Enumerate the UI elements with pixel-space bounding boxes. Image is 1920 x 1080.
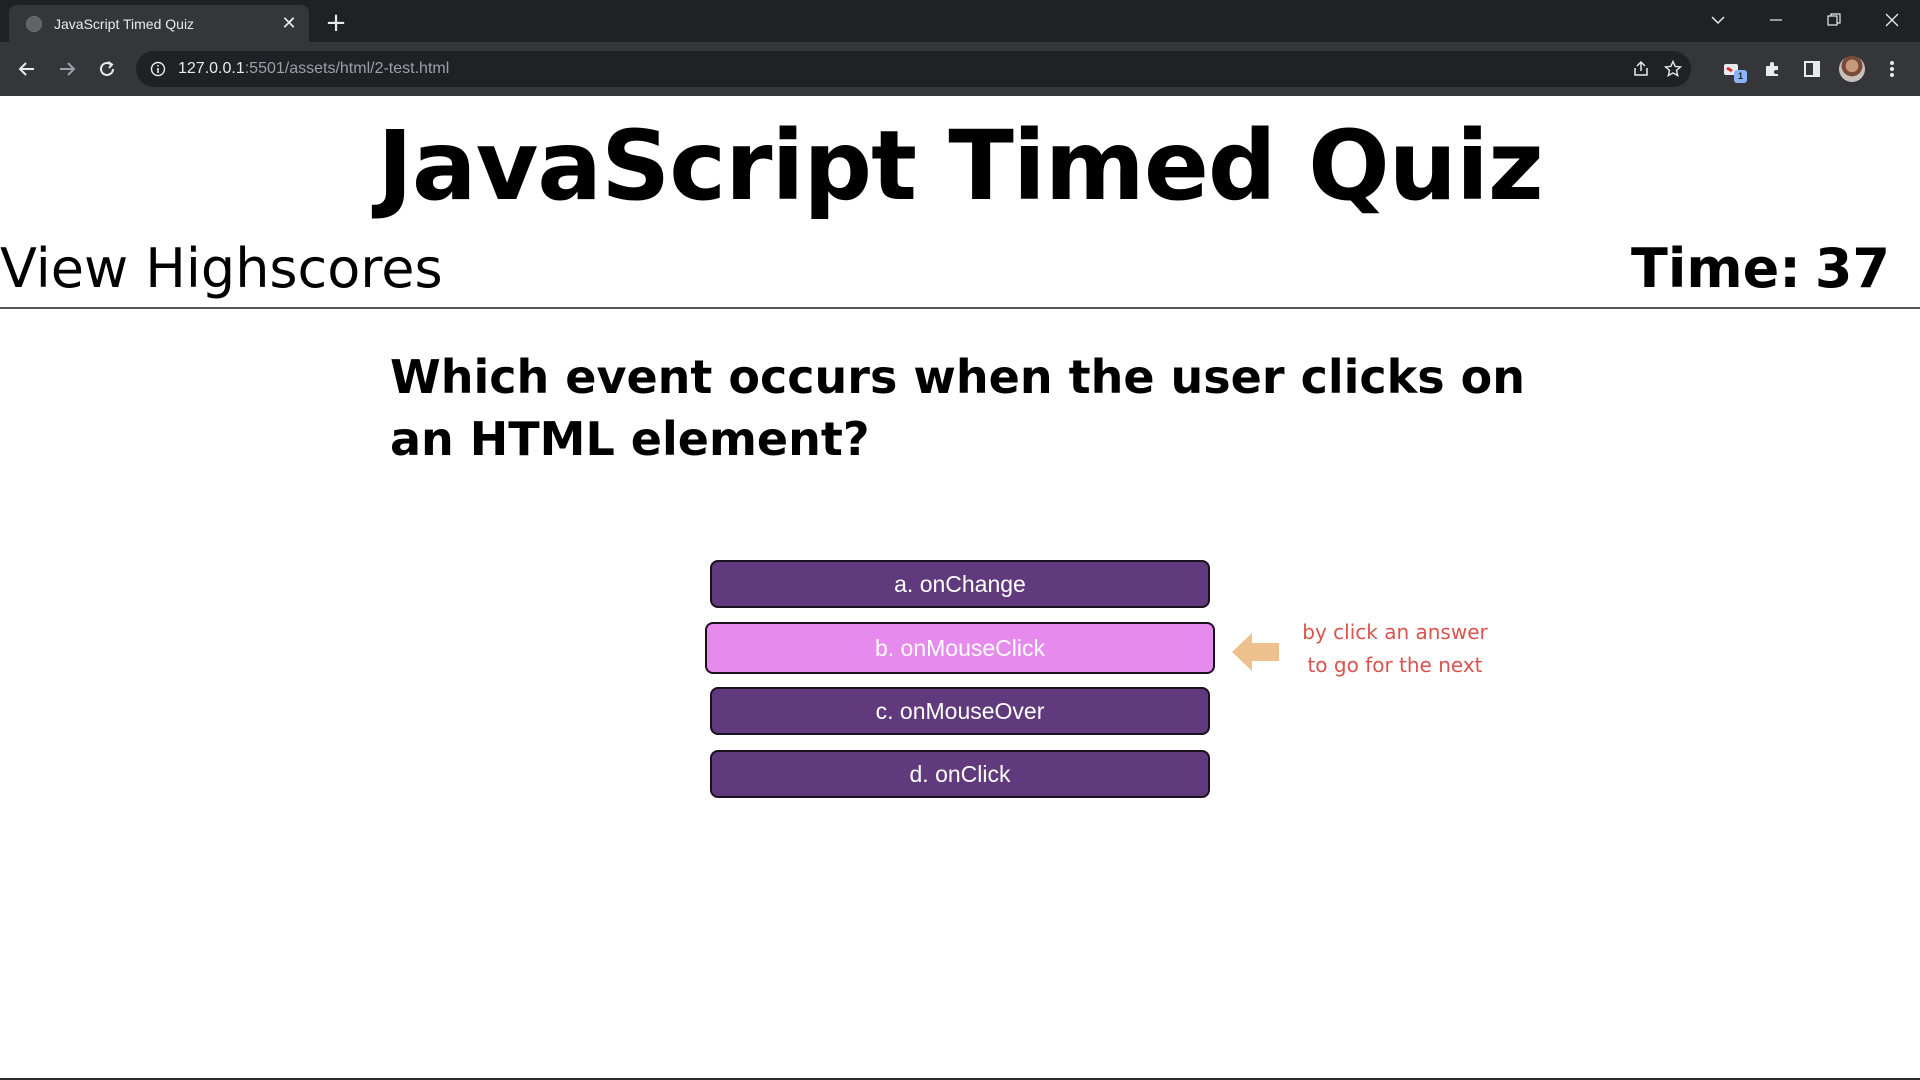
- timer-value: 37: [1814, 237, 1890, 300]
- share-icon[interactable]: [1626, 51, 1656, 87]
- hint-annotation: by click an answer to go for the next: [1300, 616, 1490, 682]
- hint-line-2: to go for the next: [1307, 653, 1483, 677]
- chevron-down-icon: [1711, 16, 1725, 25]
- timer: Time: 37: [1631, 234, 1890, 304]
- tab-search-button[interactable]: [1690, 0, 1746, 40]
- answer-button-d[interactable]: d. onClick: [710, 750, 1210, 798]
- reload-icon: [100, 61, 114, 76]
- timer-label: Time:: [1631, 237, 1801, 300]
- extension-button[interactable]: 1: [1718, 54, 1748, 84]
- minimize-icon: [1770, 19, 1782, 21]
- answer-button-c[interactable]: c. onMouseOver: [710, 687, 1210, 735]
- tab-title: JavaScript Timed Quiz: [54, 15, 195, 32]
- arrow-left-icon: [1232, 633, 1279, 671]
- new-tab-button[interactable]: +: [322, 9, 350, 37]
- info-icon[interactable]: [150, 61, 166, 77]
- browser-toolbar: 127.0.0.1:5501/assets/html/2-test.html 1: [0, 42, 1920, 96]
- hint-line-1: by click an answer: [1302, 620, 1488, 644]
- minimize-button[interactable]: [1748, 0, 1804, 40]
- forward-button[interactable]: [52, 54, 82, 84]
- page-title: JavaScript Timed Quiz: [377, 110, 1544, 222]
- tab-strip: JavaScript Timed Quiz ✕ +: [0, 0, 1920, 42]
- header-divider: [0, 307, 1920, 309]
- close-window-button[interactable]: [1864, 0, 1920, 40]
- url-path: :5501/assets/html/2-test.html: [244, 60, 450, 77]
- bookmark-star-icon[interactable]: [1658, 51, 1688, 87]
- menu-button[interactable]: [1877, 54, 1907, 84]
- profile-button[interactable]: [1837, 54, 1867, 84]
- extension-badge: 1: [1734, 70, 1747, 83]
- answer-button-b[interactable]: b. onMouseClick: [705, 622, 1215, 674]
- quiz-page: JavaScript Timed Quiz View Highscores Ti…: [0, 96, 1920, 1080]
- view-highscores-link[interactable]: View Highscores: [0, 234, 443, 304]
- close-tab-icon[interactable]: ✕: [279, 13, 299, 34]
- arrow-right-icon: [60, 62, 76, 76]
- puzzle-icon: [1766, 62, 1778, 76]
- back-button[interactable]: [12, 54, 42, 84]
- close-icon: [1885, 13, 1899, 27]
- side-panel-button[interactable]: [1797, 54, 1827, 84]
- extensions-button[interactable]: [1758, 54, 1788, 84]
- answer-button-a[interactable]: a. onChange: [710, 560, 1210, 608]
- side-panel-icon: [1804, 61, 1820, 77]
- restore-button[interactable]: [1806, 0, 1862, 40]
- url-host: 127.0.0.1: [178, 60, 245, 77]
- question-text: Which event occurs when the user clicks …: [390, 350, 1525, 466]
- more-vert-icon: [1890, 61, 1894, 77]
- reload-button[interactable]: [92, 54, 122, 84]
- avatar: [1839, 56, 1865, 82]
- arrow-left-icon: [18, 62, 34, 76]
- url-text[interactable]: 127.0.0.1:5501/assets/html/2-test.html: [178, 60, 449, 78]
- restore-icon: [1827, 13, 1841, 26]
- browser-tab[interactable]: JavaScript Timed Quiz ✕: [9, 5, 309, 42]
- address-bar[interactable]: 127.0.0.1:5501/assets/html/2-test.html: [136, 51, 1691, 87]
- globe-icon: [26, 15, 42, 32]
